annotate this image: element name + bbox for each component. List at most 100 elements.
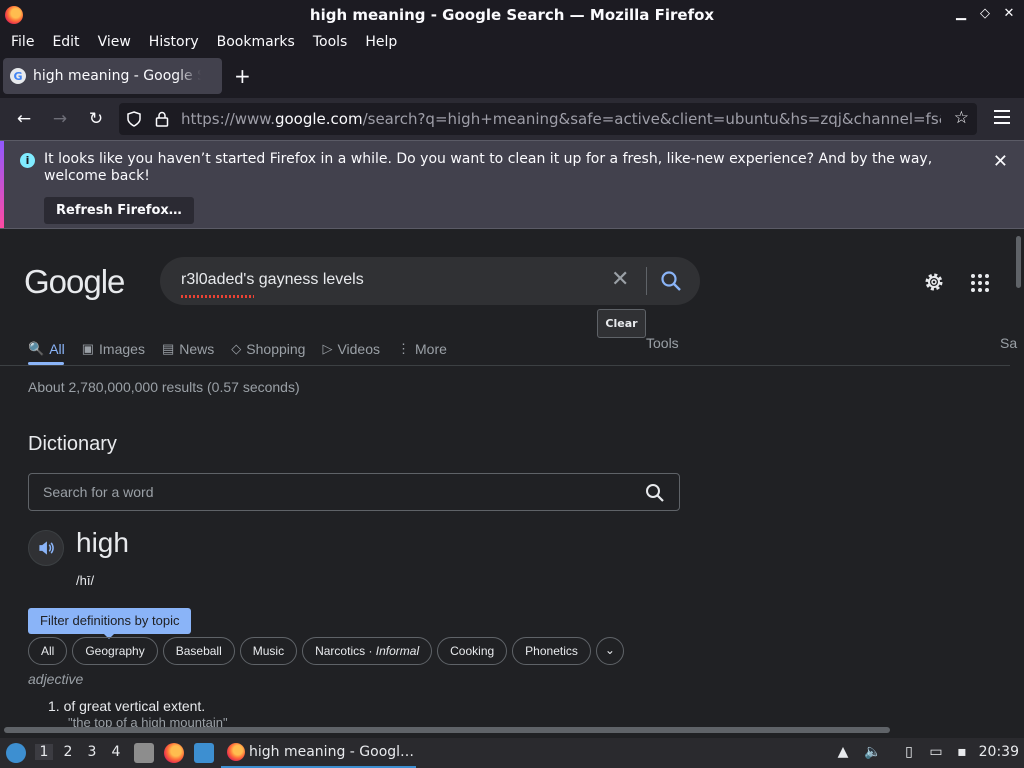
spellcheck-underline <box>181 295 254 298</box>
part-of-speech: adjective <box>28 671 84 687</box>
menu-help[interactable]: Help <box>356 34 406 50</box>
tray-updates-icon[interactable]: ▲ <box>834 744 852 762</box>
url-domain: google.com <box>274 110 363 128</box>
dictionary-heading: Dictionary <box>28 433 117 455</box>
chip-baseball[interactable]: Baseball <box>162 637 235 665</box>
tab-all-label: All <box>49 341 65 357</box>
start-menu-icon[interactable] <box>6 743 26 763</box>
firefox-launcher-icon[interactable] <box>164 743 184 763</box>
result-stats: About 2,780,000,000 results (0.57 second… <box>28 379 300 395</box>
safesearch-link[interactable]: Sa <box>1000 335 1017 351</box>
maximize-icon[interactable]: ◇ <box>978 6 992 22</box>
info-icon: i <box>20 153 35 168</box>
search-small-icon: 🔍 <box>28 341 45 356</box>
chip-cooking[interactable]: Cooking <box>437 637 508 665</box>
taskbar: 1 2 3 4 high meaning - Googl… ▲ 🔈 ▯ ▭ ▪ … <box>0 738 1024 768</box>
dictionary-search-icon[interactable] <box>645 483 665 503</box>
lock-icon[interactable] <box>155 111 169 127</box>
clear-tooltip: Clear <box>597 309 646 338</box>
chip-music[interactable]: Music <box>239 637 298 665</box>
tracking-shield-icon[interactable] <box>127 111 141 127</box>
tab-label: high meaning - Google Search <box>33 68 201 84</box>
pronounce-speaker-icon[interactable] <box>28 530 64 566</box>
clear-search-icon[interactable]: ✕ <box>611 267 629 292</box>
menu-view[interactable]: View <box>89 34 140 50</box>
network-icon[interactable]: ▭ <box>927 744 945 762</box>
refresh-notification: i It looks like you haven’t started Fire… <box>0 140 1024 229</box>
tab-news-label: News <box>179 341 215 357</box>
dictionary-word: high <box>76 527 129 558</box>
vertical-scrollbar[interactable] <box>1016 236 1021 288</box>
workspace-3[interactable]: 3 <box>83 744 101 760</box>
app-menu-icon[interactable] <box>994 110 1010 124</box>
workspace-4[interactable]: 4 <box>107 744 125 760</box>
navigation-bar: ← → ↻ https://www.google.com/search?q=hi… <box>0 98 1024 140</box>
tab-google-search[interactable]: G high meaning - Google Search <box>3 58 222 94</box>
workspace-1[interactable]: 1 <box>35 744 53 760</box>
firefox-task-icon <box>227 743 245 761</box>
search-input[interactable]: r3l0aded's gayness levels <box>181 271 364 289</box>
menu-tools[interactable]: Tools <box>304 34 357 50</box>
google-apps-icon[interactable] <box>971 274 989 292</box>
file-manager-icon[interactable] <box>134 743 154 763</box>
desktop-icon[interactable] <box>194 743 214 763</box>
chip-all[interactable]: All <box>28 637 68 665</box>
task-label: high meaning - Googl… <box>249 744 415 760</box>
workspace-2[interactable]: 2 <box>59 744 77 760</box>
google-logo[interactable]: Google <box>24 263 125 301</box>
tab-more[interactable]: ⋮ More <box>397 341 447 357</box>
back-button[interactable]: ← <box>13 109 35 129</box>
tabs-divider <box>0 365 1010 366</box>
menu-bookmarks[interactable]: Bookmarks <box>208 34 304 50</box>
filter-topic-tooltip: Filter definitions by topic <box>28 608 192 639</box>
menu-file[interactable]: File <box>2 34 43 50</box>
notification-icon[interactable]: ▪ <box>953 744 971 762</box>
tools-button[interactable]: Tools <box>646 335 679 351</box>
tag-icon: ◇ <box>231 341 242 356</box>
new-tab-button[interactable]: + <box>234 66 251 86</box>
reload-button[interactable]: ↻ <box>85 109 107 129</box>
chip-geography[interactable]: Geography <box>72 637 158 665</box>
chip-informal-label: Informal <box>375 644 420 658</box>
minimize-icon[interactable]: ▁ <box>954 6 968 22</box>
video-icon: ▷ <box>322 341 333 356</box>
phonetic: /hī/ <box>76 573 95 588</box>
tab-more-label: More <box>415 341 447 357</box>
bookmark-star-icon[interactable]: ☆ <box>954 108 969 128</box>
horizontal-scrollbar[interactable] <box>4 727 890 733</box>
refresh-firefox-button[interactable]: Refresh Firefox… <box>44 197 194 224</box>
clipboard-icon[interactable]: ▯ <box>900 744 918 762</box>
taskbar-firefox-window[interactable]: high meaning - Googl… <box>221 738 416 768</box>
chip-narcotics[interactable]: Narcotics · Informal <box>302 637 433 665</box>
tab-images-label: Images <box>99 341 145 357</box>
url-path: /search?q=high+meaning&safe=active&clien… <box>362 110 941 128</box>
url-bar[interactable]: https://www.google.com/search?q=high+mea… <box>119 103 977 135</box>
menu-history[interactable]: History <box>140 34 208 50</box>
tab-all[interactable]: 🔍 All <box>28 341 65 357</box>
clock: 20:39 <box>978 744 1019 760</box>
menu-bar: File Edit View History Bookmarks Tools H… <box>0 30 1024 54</box>
window-titlebar: high meaning - Google Search — Mozilla F… <box>0 0 1024 30</box>
definition-1: 1. of great vertical extent. <box>48 698 206 714</box>
chip-narcotics-label: Narcotics <box>315 644 366 658</box>
menu-edit[interactable]: Edit <box>43 34 88 50</box>
news-icon: ▤ <box>161 341 175 356</box>
close-icon[interactable]: ✕ <box>1002 6 1016 22</box>
notification-close-icon[interactable]: ✕ <box>993 151 1008 172</box>
dictionary-search-placeholder: Search for a word <box>43 484 154 500</box>
search-box[interactable]: r3l0aded's gayness levels ✕ <box>160 257 700 305</box>
dictionary-search-field[interactable]: Search for a word <box>28 473 680 511</box>
forward-button[interactable]: → <box>49 109 71 129</box>
more-vert-icon: ⋮ <box>397 341 411 356</box>
tab-videos-label: Videos <box>337 341 381 357</box>
tab-images[interactable]: ▣ Images <box>82 341 145 357</box>
url-text[interactable]: https://www.google.com/search?q=high+mea… <box>181 110 941 128</box>
volume-icon[interactable]: 🔈 <box>864 744 882 762</box>
chip-phonetics[interactable]: Phonetics <box>512 637 591 665</box>
search-icon[interactable] <box>660 270 682 292</box>
settings-gear-icon[interactable] <box>922 270 946 294</box>
tab-videos[interactable]: ▷ Videos <box>322 341 380 357</box>
tab-news[interactable]: ▤ News <box>162 341 214 357</box>
chevron-down-icon[interactable]: ⌄ <box>595 637 624 665</box>
tab-shopping[interactable]: ◇ Shopping <box>231 341 305 357</box>
